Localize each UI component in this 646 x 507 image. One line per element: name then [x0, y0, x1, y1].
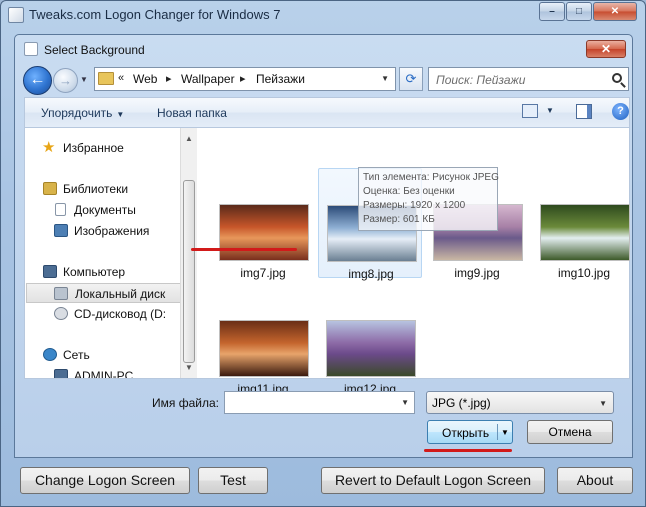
tooltip-size: Размер: 601 КБ: [363, 214, 435, 225]
highlight-underline: [191, 248, 297, 251]
open-options-dropdown[interactable]: ▼: [501, 428, 509, 437]
nav-documents[interactable]: Документы: [25, 200, 180, 220]
drive-icon: [54, 287, 68, 300]
refresh-button[interactable]: ⟳: [399, 67, 423, 91]
star-icon: ★: [42, 139, 56, 156]
address-bar[interactable]: « Web ▸ Wallpaper ▸ Пейзажи ▼: [94, 67, 396, 91]
forward-button[interactable]: →: [53, 68, 78, 93]
image-thumbnail: [219, 320, 309, 377]
file-type-select[interactable]: JPG (*.jpg) ▼: [426, 391, 614, 414]
tooltip-rating: Оценка: Без оценки: [363, 186, 455, 197]
open-button[interactable]: Открыть ▼: [427, 420, 513, 444]
dialog-title: Select Background: [44, 43, 145, 57]
file-item[interactable]: img10.jpg: [532, 168, 636, 280]
about-button[interactable]: About: [557, 467, 633, 494]
computer-icon: [54, 369, 68, 378]
scroll-up-icon[interactable]: ▲: [185, 134, 193, 143]
navigation-scrollbar[interactable]: ▲ ▼: [180, 128, 197, 378]
view-options-dropdown[interactable]: ▼: [546, 106, 554, 115]
nav-libraries[interactable]: Библиотеки: [25, 179, 180, 199]
library-icon: [43, 182, 57, 195]
organize-button[interactable]: Упорядочить ▼: [41, 106, 124, 120]
breadcrumb-separator[interactable]: ▸: [240, 72, 246, 85]
breadcrumb-separator[interactable]: ▸: [166, 72, 172, 85]
search-icon[interactable]: [612, 73, 622, 83]
tooltip-dimensions: Размеры: 1920 x 1200: [363, 200, 466, 211]
address-dropdown[interactable]: ▼: [381, 74, 389, 83]
open-button-label: Открыть: [442, 426, 490, 440]
scroll-thumb[interactable]: [183, 180, 195, 363]
tooltip-type: Тип элемента: Рисунок JPEG: [363, 172, 499, 183]
app-title: Tweaks.com Logon Changer for Windows 7: [29, 7, 281, 22]
highlight-underline: [424, 449, 512, 452]
file-name: img7.jpg: [240, 266, 286, 280]
file-name: img9.jpg: [454, 266, 500, 280]
folder-icon: [98, 72, 114, 85]
nav-cd-drive[interactable]: CD-дисковод (D:: [25, 304, 180, 324]
close-button[interactable]: ✕: [593, 2, 637, 21]
file-type-dropdown[interactable]: ▼: [599, 399, 607, 408]
nav-local-disk[interactable]: Локальный диск: [26, 283, 180, 303]
address-overflow[interactable]: «: [118, 72, 124, 84]
change-view-icon[interactable]: [522, 104, 538, 118]
file-type-value: JPG (*.jpg): [432, 396, 491, 410]
nav-favorites[interactable]: ★ Избранное: [25, 138, 180, 158]
dialog-icon: [24, 42, 38, 56]
nav-network[interactable]: Сеть: [25, 345, 180, 365]
file-item[interactable]: img7.jpg: [211, 168, 315, 280]
file-name-label: Имя файла:: [152, 396, 219, 410]
scroll-down-icon[interactable]: ▼: [185, 363, 193, 372]
window-controls: – □ ✕: [539, 2, 637, 21]
dialog-title-bar[interactable]: Select Background ✕: [15, 35, 632, 63]
maximize-button[interactable]: □: [566, 2, 592, 21]
file-name-input[interactable]: ▼: [224, 391, 415, 414]
app-window: Tweaks.com Logon Changer for Windows 7 –…: [0, 0, 646, 507]
file-name: img10.jpg: [557, 266, 611, 280]
file-list: img7.jpg img8.jpg img9.jpg img10.jpg img…: [197, 128, 630, 396]
picture-icon: [54, 224, 68, 237]
back-button[interactable]: ←: [23, 66, 52, 95]
command-bar: Упорядочить ▼ Новая папка ▼ ?: [24, 97, 630, 127]
nav-images[interactable]: Изображения: [25, 221, 180, 241]
dialog-close-button[interactable]: ✕: [586, 40, 626, 58]
navigation-pane: ★ Избранное Библиотеки Документы Изображ…: [25, 128, 180, 378]
minimize-button[interactable]: –: [539, 2, 565, 21]
test-button[interactable]: Test: [198, 467, 268, 494]
breadcrumb-current[interactable]: Пейзажи: [256, 72, 305, 86]
breadcrumb-wallpaper[interactable]: Wallpaper: [181, 72, 235, 86]
file-name-dropdown[interactable]: ▼: [401, 398, 409, 407]
search-input[interactable]: Поиск: Пейзажи: [436, 73, 525, 87]
document-icon: [55, 203, 66, 216]
preview-pane-icon[interactable]: [576, 104, 592, 119]
help-icon[interactable]: ?: [612, 103, 629, 120]
cd-drive-icon: [54, 307, 68, 320]
revert-default-button[interactable]: Revert to Default Logon Screen: [321, 467, 545, 494]
cancel-button[interactable]: Отмена: [527, 420, 613, 444]
recent-pages-dropdown[interactable]: ▼: [80, 75, 90, 85]
app-icon: [8, 7, 24, 23]
network-icon: [43, 348, 57, 361]
file-item[interactable]: img11.jpg: [211, 284, 315, 396]
image-thumbnail: [540, 204, 630, 261]
image-thumbnail: [326, 320, 416, 377]
nav-admin-pc[interactable]: ADMIN-PC: [25, 366, 180, 378]
nav-computer[interactable]: Компьютер: [25, 262, 180, 282]
browser-panes: ★ Избранное Библиотеки Документы Изображ…: [24, 127, 630, 396]
computer-icon: [43, 265, 57, 278]
breadcrumb-web[interactable]: Web: [133, 72, 157, 86]
image-thumbnail: [219, 204, 309, 261]
app-title-bar[interactable]: Tweaks.com Logon Changer for Windows 7 –…: [1, 1, 645, 31]
file-name: img8.jpg: [348, 267, 394, 281]
change-logon-screen-button[interactable]: Change Logon Screen: [20, 467, 190, 494]
file-item[interactable]: img12.jpg: [318, 284, 422, 396]
select-background-dialog: Select Background ✕ ← → ▼ « Web ▸ Wallpa…: [14, 34, 633, 458]
search-box[interactable]: Поиск: Пейзажи: [428, 67, 629, 91]
split-divider: [497, 424, 498, 440]
new-folder-button[interactable]: Новая папка: [157, 106, 227, 120]
file-info-tooltip: Тип элемента: Рисунок JPEG Оценка: Без о…: [358, 167, 499, 231]
